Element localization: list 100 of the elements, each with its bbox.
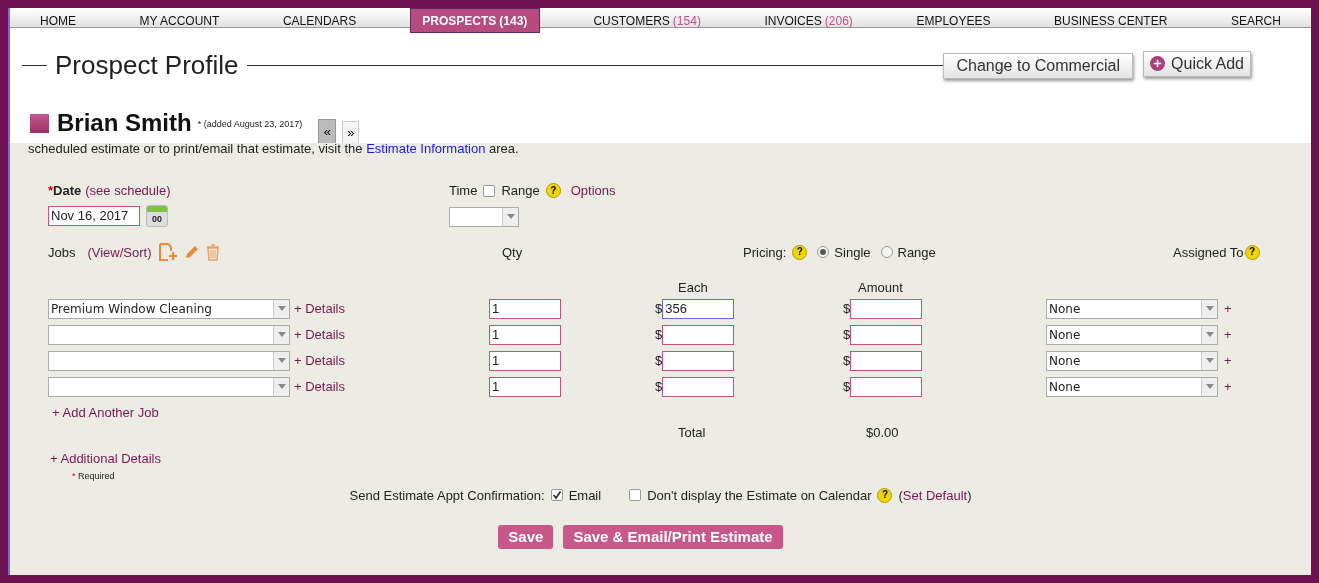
quick-add-button[interactable]: Quick Add (1143, 50, 1251, 77)
checkbox[interactable] (550, 489, 563, 502)
added-date: * (added August 23, 2017) (197, 117, 303, 131)
dropdown-field[interactable]: None (1046, 376, 1218, 397)
dropdown-field[interactable] (48, 376, 290, 397)
nav-tab[interactable]: HOME (30, 8, 86, 33)
prospect-color-square (30, 114, 49, 133)
previous-button[interactable]: « (318, 119, 337, 145)
estimate-information-link[interactable]: Estimate Information (366, 141, 486, 156)
checkbox[interactable] (483, 184, 496, 197)
confirmation-label: Send Estimate Appt Confirmation: (349, 486, 545, 505)
currency-sign: $ (843, 299, 851, 318)
dropdown-field[interactable]: Premium Window Cleaning (48, 298, 290, 319)
input-field[interactable]: 1 (489, 376, 561, 397)
currency-sign: $ (843, 377, 851, 396)
pencil-icon[interactable] (183, 244, 200, 261)
input-field[interactable] (850, 350, 923, 371)
pricing-label: Pricing: (743, 243, 787, 262)
date-label: *Date (48, 182, 82, 200)
help-icon[interactable]: ? (792, 244, 808, 260)
total-label: Total (677, 424, 707, 442)
input-field[interactable] (850, 376, 923, 397)
nav-tab[interactable]: SEARCH (1220, 8, 1291, 33)
radio-label: Range (897, 243, 936, 262)
nav-tab[interactable]: MY ACCOUNT (129, 8, 230, 33)
calendar-icon[interactable]: 00 (146, 204, 168, 227)
input-field[interactable] (662, 350, 735, 371)
details-link[interactable]: + Details (294, 350, 489, 371)
input-field[interactable] (850, 324, 923, 345)
input-field[interactable]: 1 (489, 350, 561, 371)
amount-header: Amount (858, 279, 903, 297)
input-field[interactable]: 1 (489, 324, 561, 345)
currency-sign: $ (655, 351, 663, 370)
next-button[interactable]: » (342, 121, 360, 145)
radio-button[interactable] (817, 246, 830, 259)
save-button[interactable]: Save (498, 525, 554, 549)
additional-details-link[interactable]: + Additional Details (50, 448, 1293, 468)
caret-icon (506, 214, 515, 219)
help-icon[interactable]: ? (877, 487, 893, 503)
currency-sign: $ (843, 351, 851, 370)
trash-icon[interactable] (205, 243, 220, 261)
plus-circle-icon (1150, 56, 1166, 71)
each-header: Each (677, 279, 709, 297)
help-icon[interactable]: ? (1244, 244, 1260, 260)
nav-tab[interactable]: CALENDARS (272, 8, 367, 33)
input-field[interactable]: 356 (662, 298, 735, 319)
nav-tab[interactable]: EMPLOYEES (906, 8, 1001, 33)
prospect-name: Brian Smith (57, 109, 192, 137)
currency-sign: $ (655, 325, 663, 344)
currency-sign: $ (655, 377, 663, 396)
set-default-link[interactable]: Set Default (902, 485, 968, 505)
change-to-commercial-button[interactable]: Change to Commercial (943, 52, 1134, 79)
nav-tab[interactable]: BUSINESS CENTER (1043, 8, 1178, 33)
caret-icon (1205, 332, 1214, 337)
caret-icon (1205, 306, 1214, 311)
view-sort-link[interactable]: (View/Sort) (87, 242, 152, 262)
dropdown-field[interactable] (48, 324, 290, 345)
caret-icon (1205, 384, 1214, 389)
caret-icon (277, 358, 286, 363)
save-email-print-button[interactable]: Save & Email/Print Estimate (563, 525, 783, 549)
paren: ) (967, 486, 972, 505)
caret-icon (277, 306, 286, 311)
page-title: Prospect Profile (55, 49, 239, 82)
dropdown-field[interactable] (449, 206, 519, 227)
add-another-job-link[interactable]: + Add Another Job (52, 402, 670, 422)
caret-icon (1205, 358, 1214, 363)
nav-tab[interactable]: CUSTOMERS (154) (583, 8, 711, 33)
input-field[interactable] (662, 324, 735, 345)
details-link[interactable]: + Details (294, 376, 489, 397)
help-icon[interactable]: ? (545, 183, 561, 199)
input-field[interactable] (662, 376, 735, 397)
jobs-label: Jobs (48, 243, 76, 262)
dropdown-field[interactable]: None (1046, 350, 1218, 371)
range-label: Range (501, 182, 540, 200)
checkbox[interactable] (629, 489, 642, 502)
add-assignee-link[interactable]: + (1224, 350, 1232, 371)
details-link[interactable]: + Details (294, 324, 489, 345)
time-label: Time (449, 182, 478, 200)
add-assignee-link[interactable]: + (1224, 376, 1232, 397)
options-link[interactable]: Options (570, 181, 616, 201)
dropdown-field[interactable]: None (1046, 324, 1218, 345)
total-value: $0.00 (865, 424, 899, 442)
add-file-icon[interactable] (157, 243, 178, 262)
add-assignee-link[interactable]: + (1224, 298, 1232, 319)
required-note: * Required (72, 470, 116, 483)
dropdown-field[interactable]: None (1046, 298, 1218, 319)
currency-sign: $ (843, 325, 851, 344)
input-field[interactable]: Nov 16, 2017 (48, 205, 140, 226)
email-label: Email (568, 486, 602, 505)
see-schedule-link[interactable]: (see schedule) (85, 181, 171, 201)
nav-tab[interactable]: PROSPECTS (143) (409, 8, 540, 33)
input-field[interactable] (850, 298, 923, 319)
dropdown-field[interactable] (48, 350, 290, 371)
radio-button[interactable] (880, 246, 893, 259)
radio-label: Single (834, 243, 871, 262)
add-assignee-link[interactable]: + (1224, 324, 1232, 345)
nav-tab[interactable]: INVOICES (206) (754, 8, 863, 33)
input-field[interactable]: 1 (489, 298, 561, 319)
details-link[interactable]: + Details (294, 298, 489, 319)
currency-sign: $ (655, 299, 663, 318)
